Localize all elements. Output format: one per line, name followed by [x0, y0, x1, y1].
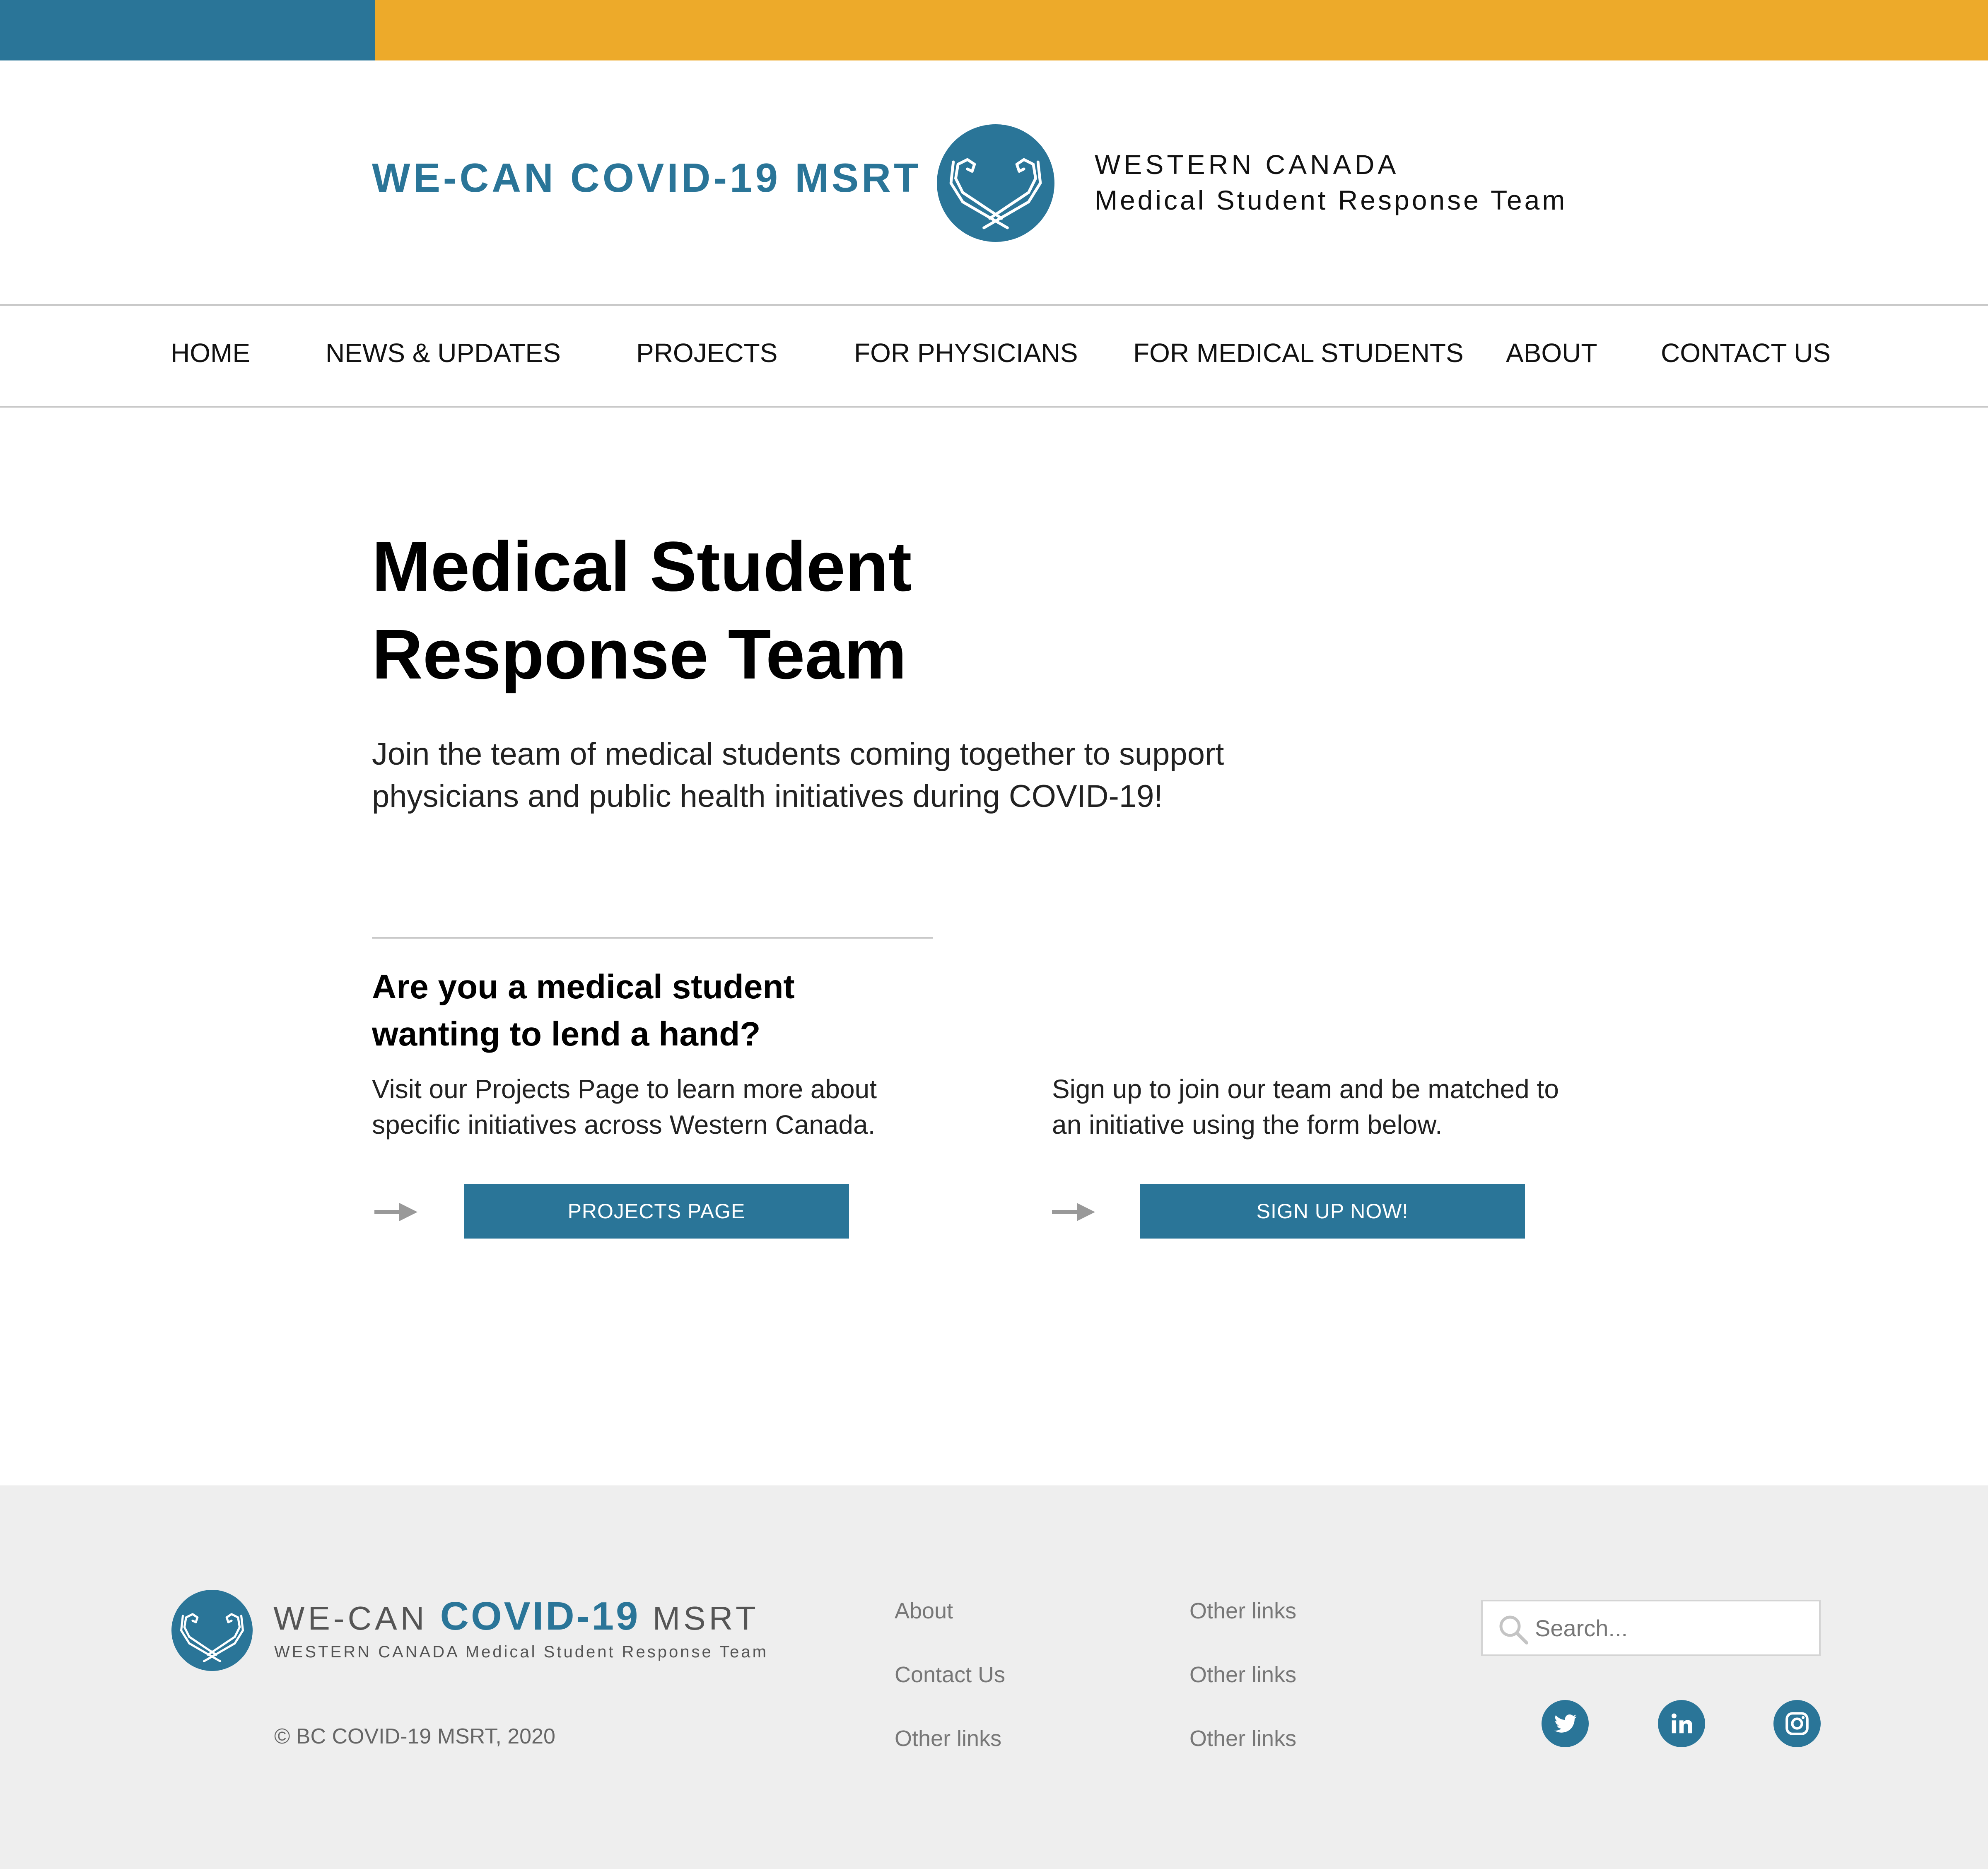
footer-copyright: © BC COVID-19 MSRT, 2020	[274, 1724, 555, 1748]
main-nav: HOME NEWS & UPDATES PROJECTS FOR PHYSICI…	[0, 304, 1988, 408]
linkedin-icon-glyph	[1671, 1713, 1692, 1734]
hero-subtitle: Join the team of medical students coming…	[372, 733, 1325, 818]
footer-link-contact-us[interactable]: Contact Us	[895, 1664, 1005, 1686]
footer-brand-we-can: WE-CAN	[273, 1600, 440, 1637]
search-input[interactable]	[1535, 1601, 1817, 1654]
footer-brand-covid: COVID-19	[440, 1594, 640, 1638]
projects-description: Visit our Projects Page to learn more ab…	[372, 1071, 972, 1142]
nav-item-contact-us[interactable]: CONTACT US	[1661, 340, 1831, 366]
section-divider	[372, 937, 933, 939]
footer-link-other[interactable]: Other links	[895, 1727, 1001, 1750]
arrow-right-icon	[1052, 1203, 1095, 1221]
header-tagline-team: Medical Student Response Team	[1095, 185, 1568, 215]
hero-title-line2: Response Team	[372, 615, 907, 694]
site-title[interactable]: WE-CAN COVID-19 MSRT	[372, 157, 922, 198]
projects-page-button[interactable]: PROJECTS PAGE	[464, 1184, 849, 1239]
hero-title-line1: Medical Student	[372, 527, 912, 606]
cta-question-line1: Are you a medical student	[372, 968, 795, 1006]
top-accent-bar-blue	[0, 0, 375, 60]
cta-question-line2: wanting to lend a hand?	[372, 1015, 761, 1053]
hero-subtitle-line1: Join the team of medical students coming…	[372, 736, 1224, 772]
footer-search[interactable]	[1481, 1600, 1821, 1656]
twitter-icon-glyph	[1554, 1714, 1577, 1733]
footer-link-about[interactable]: About	[895, 1600, 953, 1622]
footer-link-other[interactable]: Other links	[1189, 1600, 1296, 1622]
footer-brand: WE-CAN COVID-19 MSRT	[273, 1596, 759, 1636]
nav-item-for-medical-students[interactable]: FOR MEDICAL STUDENTS	[1133, 340, 1464, 366]
linkedin-icon[interactable]	[1658, 1700, 1705, 1747]
header-tagline-region: WESTERN CANADA	[1095, 149, 1399, 180]
crossed-arms-logo-icon[interactable]	[171, 1590, 253, 1671]
projects-description-line2: specific initiatives across Western Cana…	[372, 1110, 876, 1140]
nav-item-projects[interactable]: PROJECTS	[636, 340, 777, 366]
arrow-right-icon	[374, 1203, 417, 1221]
nav-item-news-updates[interactable]: NEWS & UPDATES	[326, 340, 561, 366]
hero-title: Medical Student Response Team	[372, 523, 1035, 698]
footer-link-other[interactable]: Other links	[1189, 1727, 1296, 1750]
projects-description-line1: Visit our Projects Page to learn more ab…	[372, 1074, 877, 1104]
nav-item-home[interactable]: HOME	[171, 340, 250, 366]
cta-question: Are you a medical student wanting to len…	[372, 963, 993, 1058]
footer-brand-subtitle: WESTERN CANADA Medical Student Response …	[274, 1643, 768, 1661]
signup-description: Sign up to join our team and be matched …	[1052, 1071, 1653, 1142]
hero-subtitle-line2: physicians and public health initiatives…	[372, 779, 1163, 814]
signup-description-line2: an initiative using the form below.	[1052, 1110, 1443, 1140]
instagram-icon[interactable]	[1773, 1700, 1821, 1747]
footer-link-other[interactable]: Other links	[1189, 1664, 1296, 1686]
signup-description-line1: Sign up to join our team and be matched …	[1052, 1074, 1559, 1104]
nav-item-for-physicians[interactable]: FOR PHYSICIANS	[854, 340, 1078, 366]
nav-item-about[interactable]: ABOUT	[1506, 340, 1597, 366]
instagram-icon-glyph	[1785, 1712, 1809, 1735]
crossed-arms-logo-icon[interactable]	[937, 124, 1054, 242]
top-accent-bar	[0, 0, 1988, 60]
sign-up-button[interactable]: SIGN UP NOW!	[1140, 1184, 1525, 1239]
footer-brand-msrt: MSRT	[640, 1600, 759, 1637]
search-icon[interactable]	[1497, 1613, 1530, 1646]
twitter-icon[interactable]	[1542, 1700, 1589, 1747]
